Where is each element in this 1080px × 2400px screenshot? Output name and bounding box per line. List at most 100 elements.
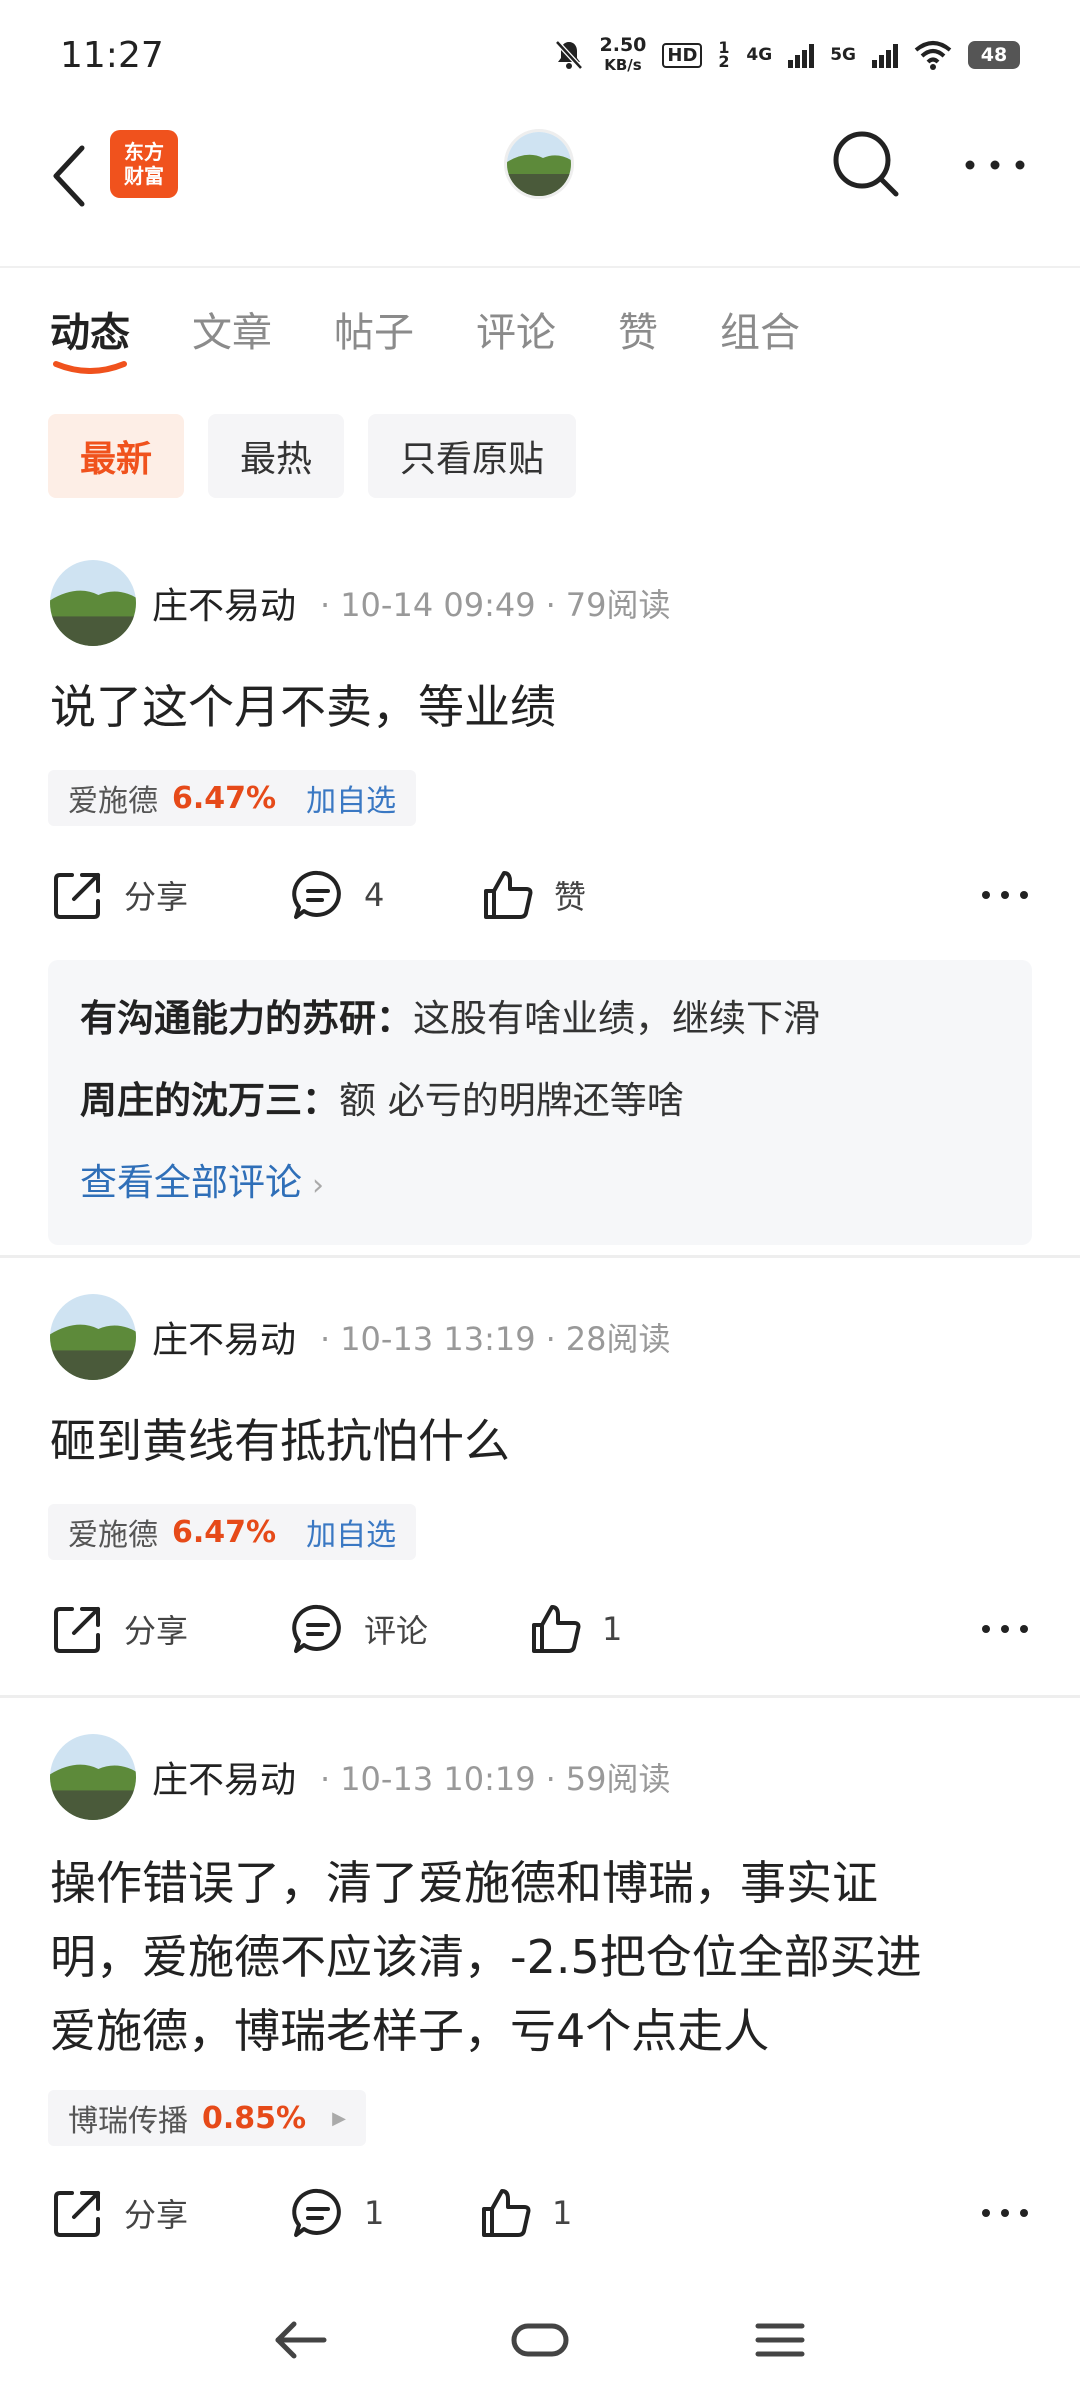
- tab-portfolio[interactable]: 组合: [720, 300, 800, 370]
- post-time: 10-14 09:49: [340, 586, 536, 624]
- search-icon[interactable]: [826, 124, 906, 204]
- comment-item[interactable]: 有沟通能力的苏研：这股有啥业绩，继续下滑: [80, 978, 1000, 1060]
- filter-latest[interactable]: 最新: [48, 414, 185, 498]
- comment-text: 额 必亏的明牌还等啥: [339, 1079, 684, 1122]
- author-name[interactable]: 庄不易动: [152, 577, 296, 629]
- stock-tag[interactable]: 爱施德 6.47% 加自选: [48, 770, 417, 826]
- post-content-line: 明，爱施德不应该清，-2.5把仓位全部买进: [50, 1930, 922, 1984]
- hd-badge: HD: [662, 42, 703, 68]
- signal-5g-icon: [872, 42, 898, 68]
- post-more-button[interactable]: [980, 1594, 1030, 1664]
- nav-menu-icon[interactable]: [740, 2300, 820, 2380]
- comment-button[interactable]: 4: [290, 860, 384, 930]
- comment-item[interactable]: 周庄的沈万三：额 必亏的明牌还等啥: [80, 1060, 1000, 1142]
- view-all-label: 查看全部评论: [80, 1161, 302, 1204]
- post-more-button[interactable]: [980, 860, 1030, 930]
- expand-triangle-icon: ▶: [332, 2107, 346, 2129]
- post-header: 庄不易动 · 10-13 13:19 · 28阅读: [50, 1294, 670, 1380]
- like-button[interactable]: 1: [478, 2178, 572, 2248]
- stock-name: 爱施德: [68, 1518, 158, 1553]
- post-item[interactable]: 庄不易动 · 10-13 13:19 · 28阅读 砸到黄线有抵抗怕什么 爱施德 6.…: [0, 1290, 1080, 1690]
- status-bar: 11:27 2.50 KB/s HD 1 2 4G 5G 48: [0, 0, 1080, 110]
- tab-likes[interactable]: 赞: [618, 300, 658, 370]
- post-actions: 分享 1 1: [50, 2178, 1030, 2248]
- share-icon: [54, 2191, 100, 2237]
- post-meta: · 10-14 09:49 · 79阅读: [320, 586, 671, 624]
- read-count: 28阅读: [565, 1320, 671, 1358]
- comment-button[interactable]: 评论: [290, 1594, 428, 1664]
- post-actions: 分享 4 赞: [50, 860, 1030, 930]
- tab-comments[interactable]: 评论: [476, 300, 556, 370]
- net-speed-unit: KB/s: [604, 56, 642, 74]
- share-label: 分享: [124, 2196, 189, 2234]
- post-content[interactable]: 说了这个月不卖，等业绩: [50, 670, 1030, 744]
- post-content[interactable]: 砸到黄线有抵抗怕什么: [50, 1404, 1030, 1478]
- nav-home-icon[interactable]: [500, 2300, 580, 2380]
- comment-user[interactable]: 有沟通能力的苏研：: [80, 997, 413, 1040]
- nav-back-icon[interactable]: [260, 2300, 340, 2380]
- post-content-line: 爱施德，博瑞老样子，亏4个点走人: [50, 2004, 770, 2058]
- wifi-icon: [914, 41, 952, 70]
- comment-preview[interactable]: 有沟通能力的苏研：这股有啥业绩，继续下滑 周庄的沈万三：额 必亏的明牌还等啥 查…: [48, 960, 1032, 1245]
- tab-bar: 动态 文章 帖子 评论 赞 组合: [50, 300, 862, 370]
- avatar[interactable]: [50, 1734, 136, 1820]
- signal-5g-label: 5G: [830, 45, 856, 65]
- filter-original-only[interactable]: 只看原贴: [368, 414, 577, 498]
- stock-name: 爱施德: [68, 784, 158, 819]
- comment-label: 评论: [364, 1612, 429, 1650]
- tab-posts[interactable]: 帖子: [334, 300, 414, 370]
- avatar[interactable]: [50, 560, 136, 646]
- avatar[interactable]: [50, 1294, 136, 1380]
- view-all-comments-link[interactable]: 查看全部评论 ›: [80, 1142, 1000, 1227]
- post-meta: · 10-13 10:19 · 59阅读: [320, 1760, 671, 1798]
- stock-tag[interactable]: 博瑞传播 0.85% ▶: [48, 2090, 366, 2146]
- post-content[interactable]: 操作错误了，清了爱施德和博瑞，事实证 明，爱施德不应该清，-2.5把仓位全部买进…: [50, 1846, 1030, 2068]
- more-icon[interactable]: [960, 140, 1030, 190]
- comment-text: 这股有啥业绩，继续下滑: [413, 997, 820, 1040]
- share-icon: [54, 1607, 100, 1653]
- author-name[interactable]: 庄不易动: [152, 1751, 296, 1803]
- stock-change: 0.85%: [202, 2100, 307, 2136]
- stock-tag[interactable]: 爱施德 6.47% 加自选: [48, 1504, 417, 1560]
- comment-icon: [292, 870, 341, 919]
- header: 东方 财富: [0, 110, 1080, 270]
- like-button[interactable]: 赞: [480, 860, 586, 930]
- post-divider: [0, 1695, 1080, 1698]
- post-item[interactable]: 庄不易动 · 10-13 10:19 · 59阅读 操作错误了，清了爱施德和博瑞，事实…: [0, 1734, 1080, 2274]
- share-icon: [54, 873, 100, 919]
- battery-icon: 48: [968, 41, 1020, 69]
- post-more-button[interactable]: [980, 2178, 1030, 2248]
- filter-bar: 最新 最热 只看原贴: [48, 414, 577, 498]
- like-button[interactable]: 1: [528, 1594, 622, 1664]
- post-header: 庄不易动 · 10-14 09:49 · 79阅读: [50, 560, 670, 646]
- post-actions: 分享 评论 1: [50, 1594, 1030, 1664]
- like-label: 赞: [554, 878, 587, 916]
- comment-user[interactable]: 周庄的沈万三：: [80, 1079, 339, 1122]
- author-name[interactable]: 庄不易动: [152, 1311, 296, 1363]
- tab-articles[interactable]: 文章: [192, 300, 272, 370]
- chevron-right-icon: ›: [312, 1168, 324, 1203]
- share-button[interactable]: 分享: [50, 1594, 188, 1664]
- comment-count: 4: [364, 876, 385, 914]
- post-time: 10-13 13:19: [340, 1320, 536, 1358]
- comment-button[interactable]: 1: [290, 2178, 384, 2248]
- header-avatar[interactable]: [507, 132, 571, 196]
- share-label: 分享: [124, 878, 189, 916]
- back-arrow-icon[interactable]: [44, 134, 104, 214]
- filter-hottest[interactable]: 最热: [208, 414, 345, 498]
- more-icon: [982, 1625, 1028, 1633]
- screen: 11:27 2.50 KB/s HD 1 2 4G 5G 48 东方 财富 动态…: [0, 0, 1080, 2400]
- status-time: 11:27: [60, 34, 164, 76]
- comment-count: 1: [364, 2194, 385, 2232]
- stock-change: 6.47%: [172, 1514, 277, 1550]
- add-watchlist-button[interactable]: 加自选: [306, 1510, 396, 1554]
- logo-line-2: 财富: [124, 164, 164, 188]
- thumbs-up-icon: [484, 871, 533, 919]
- share-button[interactable]: 分享: [50, 860, 188, 930]
- mute-bell-icon: [554, 40, 583, 70]
- post-item[interactable]: 庄不易动 · 10-14 09:49 · 79阅读 说了这个月不卖，等业绩 爱施德 6…: [0, 556, 1080, 1256]
- system-nav-bar: [0, 2280, 1080, 2400]
- share-button[interactable]: 分享: [50, 2178, 188, 2248]
- add-watchlist-button[interactable]: 加自选: [306, 776, 396, 820]
- comment-icon: [292, 1604, 341, 1653]
